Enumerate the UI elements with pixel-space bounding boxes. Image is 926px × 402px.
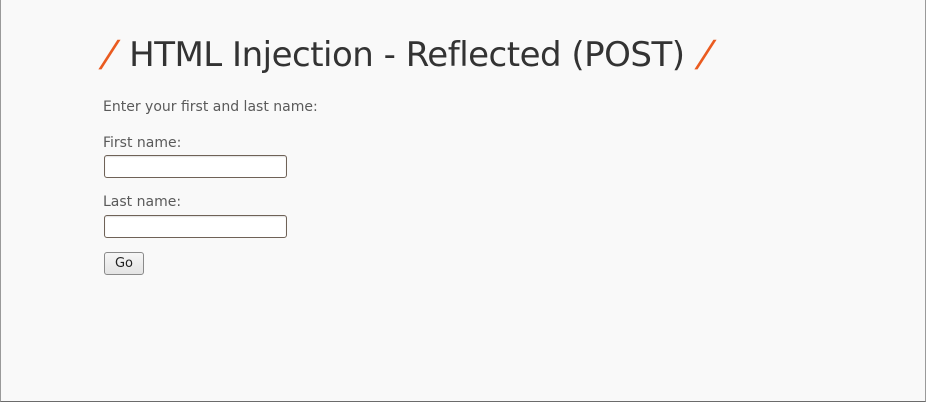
last-name-label: Last name: [103,194,182,210]
page-title-text: HTML Injection - Reflected (POST) [129,35,685,75]
title-slash-right: / [695,34,714,75]
title-slash-left: / [100,34,119,75]
page-title: / HTML Injection - Reflected (POST) / [100,30,714,80]
last-name-field[interactable] [104,215,287,238]
first-name-field[interactable] [104,155,287,178]
go-button[interactable]: Go [104,252,144,275]
form-intro-text: Enter your first and last name: [103,99,318,115]
page-frame: / HTML Injection - Reflected (POST) / En… [0,0,926,402]
first-name-label: First name: [103,135,182,151]
